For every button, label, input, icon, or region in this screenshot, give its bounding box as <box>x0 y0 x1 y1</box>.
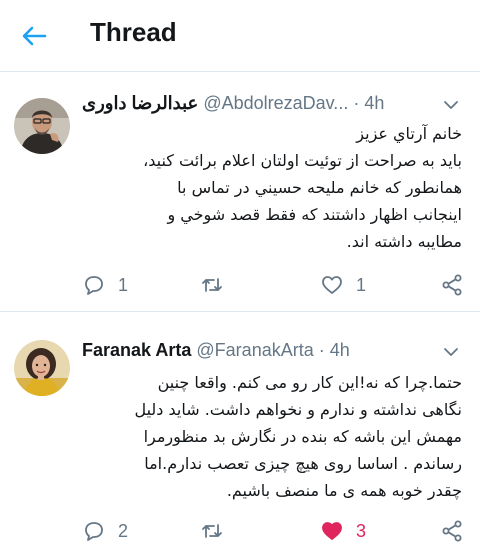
tweet-text-line: اينجانب اظهار داشتند كه فقط قصد شوخي و <box>167 205 462 224</box>
tweet-text: خانم آرتاي عزيز بايد به صراحت از توئيت ا… <box>70 120 462 255</box>
tweet-text-line: رساندم . اساسا روی هیچ چیزی تعصب ندارم.ا… <box>144 454 462 473</box>
like-count: 1 <box>356 274 367 295</box>
tweet-actions: 1 1 <box>80 269 470 301</box>
chevron-down-icon[interactable] <box>442 96 460 114</box>
heart-icon <box>322 276 342 294</box>
retweet-icon <box>202 278 222 292</box>
timestamp[interactable]: 4h <box>364 93 384 113</box>
reply-icon <box>85 276 103 295</box>
share-icon <box>442 274 462 296</box>
tweet-header: عبدالرضا داوری @AbdolrezaDav... · 4h <box>82 93 462 121</box>
back-arrow-icon[interactable] <box>18 20 50 52</box>
like-button[interactable]: 3 <box>320 515 366 547</box>
page-title: Thread <box>90 17 177 47</box>
author-name[interactable]: Faranak Arta <box>82 340 191 360</box>
author-handle[interactable]: @FaranakArta <box>196 340 313 360</box>
retweet-icon <box>202 524 222 538</box>
reply-count: 2 <box>118 520 129 541</box>
tweet-text-line: چقدر خوبه همه ی ما منصف باشیم. <box>226 481 462 500</box>
tweet-header: Faranak Arta @FaranakArta · 4h <box>82 340 462 368</box>
tweet[interactable]: Faranak Arta @FaranakArta · 4h حتما.چرا … <box>0 313 480 555</box>
reply-icon <box>85 522 103 541</box>
tweet-text-line: همانطور كه خانم مليحه حسيني در تماس با <box>177 178 462 197</box>
retweet-button[interactable] <box>200 269 236 301</box>
author-name[interactable]: عبدالرضا داوری <box>82 93 198 113</box>
avatar[interactable] <box>14 340 70 396</box>
share-button[interactable] <box>440 269 464 301</box>
reply-button[interactable]: 1 <box>82 269 128 301</box>
retweet-button[interactable] <box>200 515 236 547</box>
tweet-text: حتما.چرا که نه!این کار رو می کنم. واقعا … <box>70 369 462 504</box>
tweet-text-line: مهمش این باشه که بنده در نگارش بد منظورم… <box>143 427 462 446</box>
reply-button[interactable]: 2 <box>82 515 128 547</box>
tweet-text-line: خانم آرتاي عزيز <box>356 124 462 143</box>
separator-dot: · <box>318 340 325 360</box>
tweet-text-line: مطايبه داشته اند. <box>346 232 462 251</box>
thread-header: Thread <box>0 0 480 72</box>
timestamp[interactable]: 4h <box>330 340 350 360</box>
tweet-text-line: بايد به صراحت از توئيت اولتان اعلام برائ… <box>143 151 462 170</box>
heart-filled-icon <box>322 522 342 540</box>
chevron-down-icon[interactable] <box>442 343 460 361</box>
avatar[interactable] <box>14 98 70 154</box>
separator-dot: · <box>353 93 360 113</box>
reply-count: 1 <box>118 274 129 295</box>
like-count: 3 <box>356 520 367 541</box>
tweet-text-line: نگاهی نداشته و ندارم و نخواهم داشت. شاید… <box>134 400 462 419</box>
tweet[interactable]: عبدالرضا داوری @AbdolrezaDav... · 4h خان… <box>0 73 480 312</box>
tweet-text-line: حتما.چرا که نه!این کار رو می کنم. واقعا … <box>157 373 462 392</box>
author-handle[interactable]: @AbdolrezaDav... <box>203 93 348 113</box>
like-button[interactable]: 1 <box>320 269 366 301</box>
tweet-actions: 2 3 <box>80 515 470 547</box>
share-button[interactable] <box>440 515 464 547</box>
share-icon <box>442 520 462 542</box>
